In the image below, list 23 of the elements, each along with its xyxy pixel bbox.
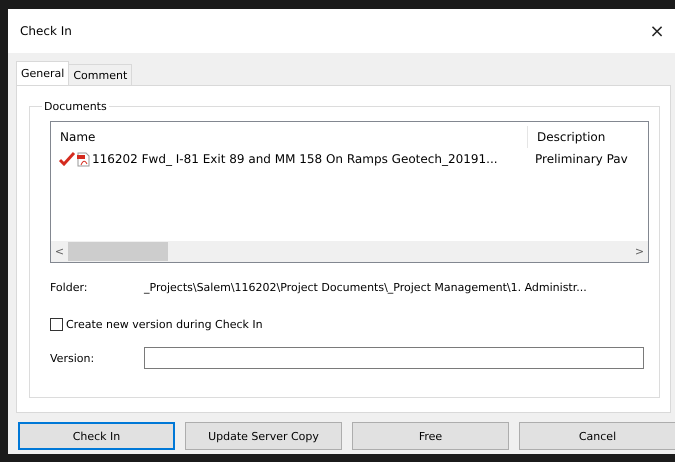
description-text: Preliminary Pav — [535, 152, 628, 166]
checkbox[interactable] — [50, 318, 63, 331]
column-header[interactable]: Name — [51, 126, 527, 148]
tab[interactable]: General — [16, 61, 70, 85]
version-label: Version: — [50, 352, 96, 364]
dialog-button[interactable]: Free — [352, 422, 509, 450]
checkbox-label[interactable]: Create new version during Check In — [66, 318, 263, 331]
scrollbar-thumb[interactable] — [68, 242, 168, 261]
group-title: Documents — [43, 100, 108, 113]
column-header[interactable]: Description — [527, 126, 648, 148]
tab[interactable]: Comment — [68, 64, 132, 85]
folder-path: _Projects\Salem\116202\Project Documents\_Project Management\1. Administr... — [144, 281, 587, 294]
scroll-left-button[interactable]: < — [51, 241, 68, 262]
close-button[interactable]: × — [639, 16, 675, 46]
dialog-button[interactable]: Update Server Copy — [185, 422, 342, 450]
dialog-button[interactable]: Check In — [18, 422, 175, 450]
dialog-button[interactable]: Cancel — [519, 422, 675, 450]
version-field[interactable] — [144, 347, 644, 369]
scroll-right-button[interactable]: > — [631, 241, 648, 262]
window-title: Check In — [20, 24, 72, 38]
folder-label: Folder: — [50, 281, 89, 294]
pdf-file-icon — [77, 152, 90, 166]
file-name[interactable]: 116202 Fwd_ I-81 Exit 89 and MM 158 On Ramps Geotech_20191... — [92, 152, 498, 166]
